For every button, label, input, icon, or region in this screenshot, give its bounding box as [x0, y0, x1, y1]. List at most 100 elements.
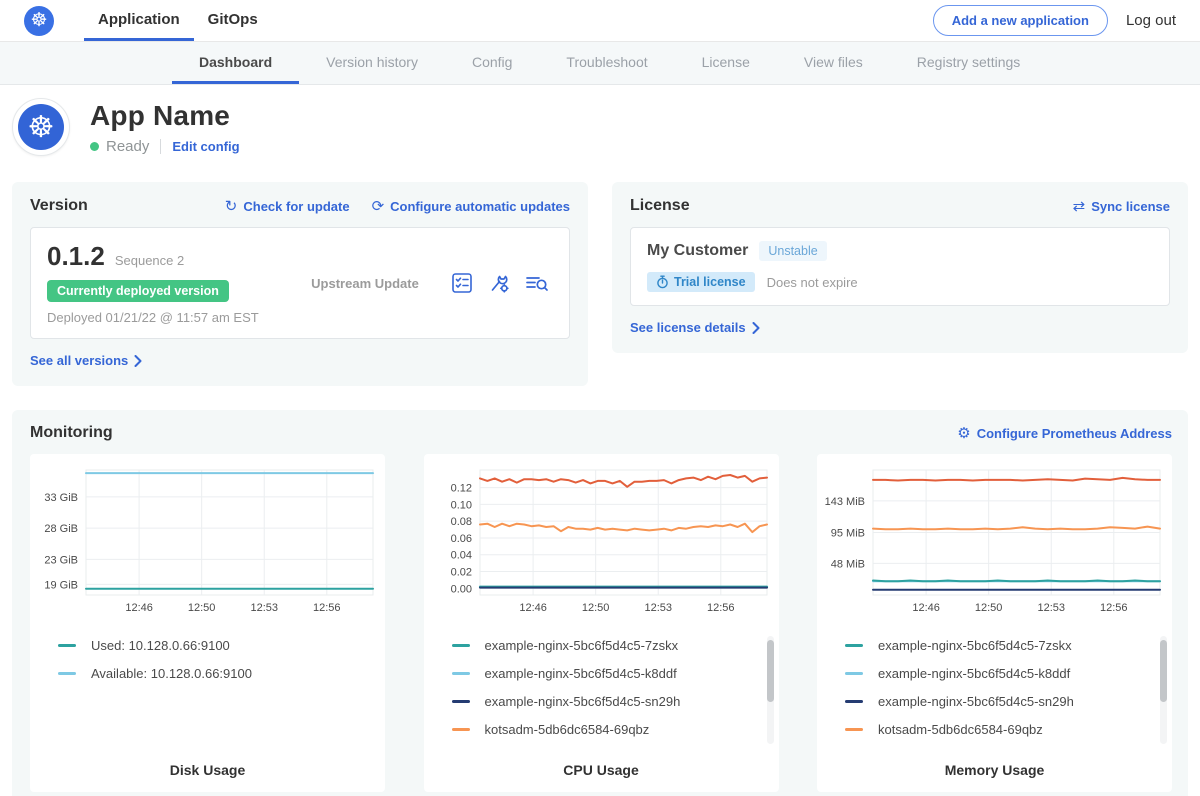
configure-automatic-updates-link[interactable]: ⟳ Configure automatic updates [372, 199, 570, 214]
svg-text:0.10: 0.10 [450, 499, 471, 511]
sync-arrows-icon: ⇄ [1073, 199, 1086, 214]
check-for-update-link[interactable]: ↻ Check for update [225, 199, 350, 214]
cpu-usage-legend: example-nginx-5bc6f5d4c5-7zskx example-ng… [452, 631, 773, 743]
legend-item: example-nginx-5bc6f5d4c5-k8ddf [845, 659, 1166, 687]
topnav-tab-label: Application [98, 11, 180, 28]
scrollbar-thumb[interactable] [767, 640, 774, 702]
svg-text:0.02: 0.02 [450, 567, 471, 579]
see-license-details-link[interactable]: See license details [630, 320, 760, 335]
tab-license[interactable]: License [675, 42, 777, 84]
status-text: Ready [106, 138, 149, 155]
kubernetes-logo[interactable]: ☸ [24, 0, 54, 41]
legend-color-dash [58, 672, 76, 675]
svg-text:0.08: 0.08 [450, 516, 471, 528]
disk-usage-chart: 33 GiB28 GiB23 GiB19 GiB12:4612:5012:531… [36, 462, 379, 617]
kubernetes-wheel-icon: ☸ [24, 6, 54, 36]
svg-text:12:46: 12:46 [519, 602, 547, 614]
expiry-text: Does not expire [767, 275, 858, 290]
cpu-usage-chart-card: 0.120.100.080.060.040.020.0012:4612:5012… [424, 454, 779, 792]
preflight-checklist-icon[interactable] [451, 272, 473, 294]
legend-item: example-nginx-5bc6f5d4c5-7zskx [452, 631, 773, 659]
memory-usage-legend: example-nginx-5bc6f5d4c5-7zskx example-ng… [845, 631, 1166, 743]
svg-text:28 GiB: 28 GiB [44, 523, 78, 535]
svg-text:12:46: 12:46 [912, 602, 940, 614]
legend-label: kotsadm-5db6dc6584-69qbz [485, 722, 650, 737]
topnav-tab-application[interactable]: Application [84, 0, 194, 41]
legend-item: Used: 10.128.0.66:9100 [58, 631, 379, 659]
divider [160, 139, 161, 154]
legend-item: kotsadm-5db6dc6584-69qbz [845, 715, 1166, 743]
clock-refresh-icon: ⟳ [372, 199, 385, 214]
legend-scrollbar[interactable] [1160, 636, 1167, 744]
legend-color-dash [452, 700, 470, 703]
config-wrench-icon[interactable] [488, 272, 510, 294]
legend-label: kotsadm-5db6dc6584-69qbz [878, 722, 1043, 737]
tab-dashboard[interactable]: Dashboard [172, 42, 299, 84]
legend-label: Available: 10.128.0.66:9100 [91, 666, 252, 681]
legend-color-dash [845, 672, 863, 675]
version-card: Version ↻ Check for update ⟳ Configure a… [12, 182, 588, 386]
legend-color-dash [845, 700, 863, 703]
legend-label: example-nginx-5bc6f5d4c5-sn29h [878, 694, 1074, 709]
chart-title: Memory Usage [823, 750, 1166, 778]
legend-label: example-nginx-5bc6f5d4c5-7zskx [485, 638, 679, 653]
svg-text:33 GiB: 33 GiB [44, 492, 78, 504]
legend-item: example-nginx-5bc6f5d4c5-sn29h [452, 687, 773, 715]
legend-color-dash [452, 644, 470, 647]
legend-color-dash [58, 644, 76, 647]
chart-title: CPU Usage [430, 750, 773, 778]
tab-view-files[interactable]: View files [777, 42, 890, 84]
chevron-right-icon [134, 355, 142, 367]
view-logs-icon[interactable] [525, 272, 549, 294]
svg-text:0.00: 0.00 [450, 583, 471, 595]
version-source-label: Upstream Update [279, 276, 451, 291]
svg-text:12:56: 12:56 [313, 602, 341, 614]
see-all-versions-link[interactable]: See all versions [30, 353, 142, 368]
legend-color-dash [845, 728, 863, 731]
legend-label: example-nginx-5bc6f5d4c5-k8ddf [878, 666, 1070, 681]
sequence-label: Sequence 2 [115, 253, 184, 268]
edit-config-link[interactable]: Edit config [172, 139, 239, 154]
scrollbar-thumb[interactable] [1160, 640, 1167, 702]
legend-scrollbar[interactable] [767, 636, 774, 744]
page-title: App Name [90, 100, 240, 132]
configure-prometheus-link[interactable]: ⚙ Configure Prometheus Address [957, 426, 1172, 441]
svg-text:12:50: 12:50 [188, 602, 216, 614]
tab-version-history[interactable]: Version history [299, 42, 445, 84]
legend-color-dash [452, 672, 470, 675]
deployed-timestamp: Deployed 01/21/22 @ 11:57 am EST [47, 310, 279, 325]
legend-label: Used: 10.128.0.66:9100 [91, 638, 230, 653]
sync-license-link[interactable]: ⇄ Sync license [1073, 199, 1170, 214]
topnav-tab-label: GitOps [208, 11, 258, 28]
legend-item: example-nginx-5bc6f5d4c5-7zskx [845, 631, 1166, 659]
tab-troubleshoot[interactable]: Troubleshoot [539, 42, 674, 84]
kubernetes-wheel-icon: ☸ [18, 104, 64, 150]
deployed-badge: Currently deployed version [47, 280, 229, 302]
svg-text:12:50: 12:50 [581, 602, 609, 614]
legend-item: example-nginx-5bc6f5d4c5-sn29h [845, 687, 1166, 715]
app-header: ☸ App Name Ready Edit config [0, 85, 1200, 172]
license-detail-card: My Customer Unstable Trial license Does … [630, 227, 1170, 306]
monitoring-section: Monitoring ⚙ Configure Prometheus Addres… [12, 410, 1188, 796]
add-application-button[interactable]: Add a new application [933, 5, 1108, 36]
svg-text:12:53: 12:53 [250, 602, 278, 614]
svg-text:0.06: 0.06 [450, 533, 471, 545]
gear-icon: ⚙ [957, 426, 970, 441]
legend-label: example-nginx-5bc6f5d4c5-7zskx [878, 638, 1072, 653]
chevron-right-icon [752, 322, 760, 334]
tab-registry-settings[interactable]: Registry settings [890, 42, 1047, 84]
stopwatch-icon [656, 275, 669, 289]
license-card: License ⇄ Sync license My Customer Unsta… [612, 182, 1188, 353]
logout-button[interactable]: Log out [1126, 12, 1176, 29]
svg-text:12:50: 12:50 [975, 602, 1003, 614]
tab-config[interactable]: Config [445, 42, 539, 84]
top-nav: ☸ Application GitOps Add a new applicati… [0, 0, 1200, 42]
topnav-tab-gitops[interactable]: GitOps [194, 0, 272, 41]
legend-item: Available: 10.128.0.66:9100 [58, 659, 379, 687]
version-card-title: Version [30, 197, 88, 215]
customer-name: My Customer [647, 242, 748, 260]
cpu-usage-chart: 0.120.100.080.060.040.020.0012:4612:5012… [430, 462, 773, 617]
svg-text:19 GiB: 19 GiB [44, 579, 78, 591]
chart-title: Disk Usage [36, 750, 379, 778]
svg-text:0.04: 0.04 [450, 550, 471, 562]
